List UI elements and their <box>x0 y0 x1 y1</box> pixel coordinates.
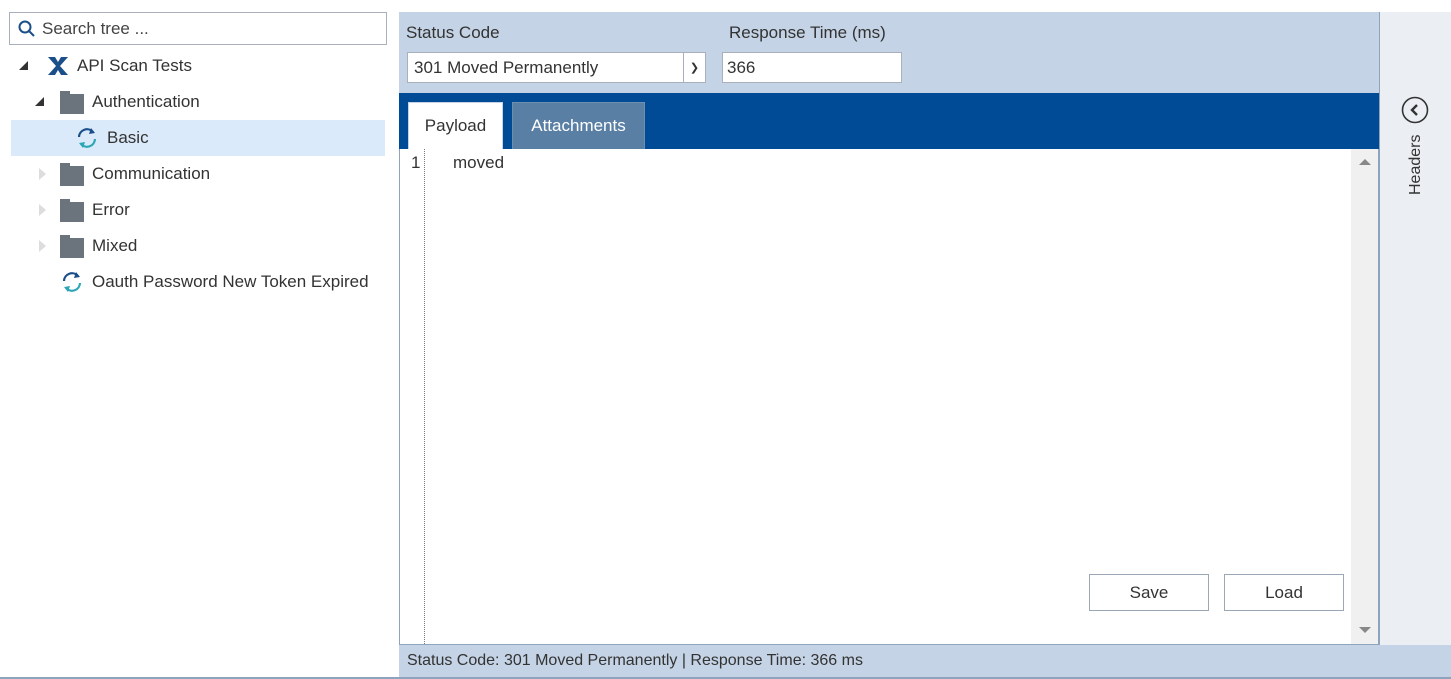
tree-label: Basic <box>107 128 149 147</box>
tree-label: API Scan Tests <box>77 56 192 75</box>
tree-item-authentication[interactable]: Authentication <box>11 84 385 120</box>
headers-side-panel[interactable]: Headers <box>1379 12 1451 645</box>
status-bar: Status Code: 301 Moved Permanently | Res… <box>399 645 1451 677</box>
scroll-up-icon[interactable] <box>1359 159 1371 165</box>
tree-label: Oauth Password New Token Expired <box>92 272 369 291</box>
tree-item-error[interactable]: Error <box>11 192 385 228</box>
tree-item-basic[interactable]: Basic <box>11 120 385 156</box>
vertical-scrollbar[interactable] <box>1351 149 1378 644</box>
tab-payload[interactable]: Payload <box>408 102 503 149</box>
refresh-test-icon <box>77 128 97 148</box>
editor-content[interactable]: moved <box>453 153 504 173</box>
tree-item-api-scan-tests[interactable]: API Scan Tests <box>11 48 385 84</box>
folder-icon <box>60 163 84 186</box>
response-time-input[interactable]: 366 <box>722 52 902 83</box>
tree-label: Authentication <box>92 92 200 111</box>
refresh-test-icon <box>62 272 82 292</box>
folder-icon <box>60 235 84 258</box>
chevron-down-icon[interactable]: ❯ <box>683 53 705 82</box>
tab-attachments[interactable]: Attachments <box>512 102 645 149</box>
status-code-select[interactable]: 301 Moved Permanently ❯ <box>407 52 706 83</box>
tree-label: Error <box>92 200 130 219</box>
folder-icon <box>60 91 84 114</box>
response-time-label: Response Time (ms) <box>729 23 886 42</box>
folder-icon <box>60 199 84 222</box>
expanded-arrow-icon[interactable] <box>19 61 28 70</box>
collapsed-arrow-icon[interactable] <box>39 240 46 252</box>
search-tree-input[interactable]: Search tree ... <box>9 12 387 45</box>
search-icon <box>18 20 35 37</box>
api-scan-logo-icon <box>48 57 68 75</box>
tree-label: Mixed <box>92 236 138 255</box>
collapsed-arrow-icon[interactable] <box>39 204 46 216</box>
headers-label[interactable]: Headers <box>1406 135 1426 195</box>
save-button[interactable]: Save <box>1089 574 1209 611</box>
status-code-label: Status Code <box>406 23 500 42</box>
expanded-arrow-icon[interactable] <box>35 97 44 106</box>
tree-label: Communication <box>92 164 211 183</box>
search-placeholder: Search tree ... <box>42 18 149 38</box>
payload-editor[interactable]: 1 moved Save Load <box>399 149 1379 645</box>
collapsed-arrow-icon[interactable] <box>39 168 46 180</box>
tree-item-oauth[interactable]: Oauth Password New Token Expired <box>11 264 385 300</box>
response-time-value: 366 <box>727 57 756 77</box>
status-bar-text: Status Code: 301 Moved Permanently | Res… <box>407 652 863 669</box>
line-gutter: 1 <box>400 149 425 644</box>
tree-item-communication[interactable]: Communication <box>11 156 385 192</box>
tree-item-mixed[interactable]: Mixed <box>11 228 385 264</box>
line-number: 1 <box>411 153 421 172</box>
status-code-value: 301 Moved Permanently <box>414 57 599 77</box>
load-button[interactable]: Load <box>1224 574 1344 611</box>
scroll-down-icon[interactable] <box>1359 627 1371 633</box>
chevron-left-circle-icon[interactable] <box>1401 96 1429 124</box>
